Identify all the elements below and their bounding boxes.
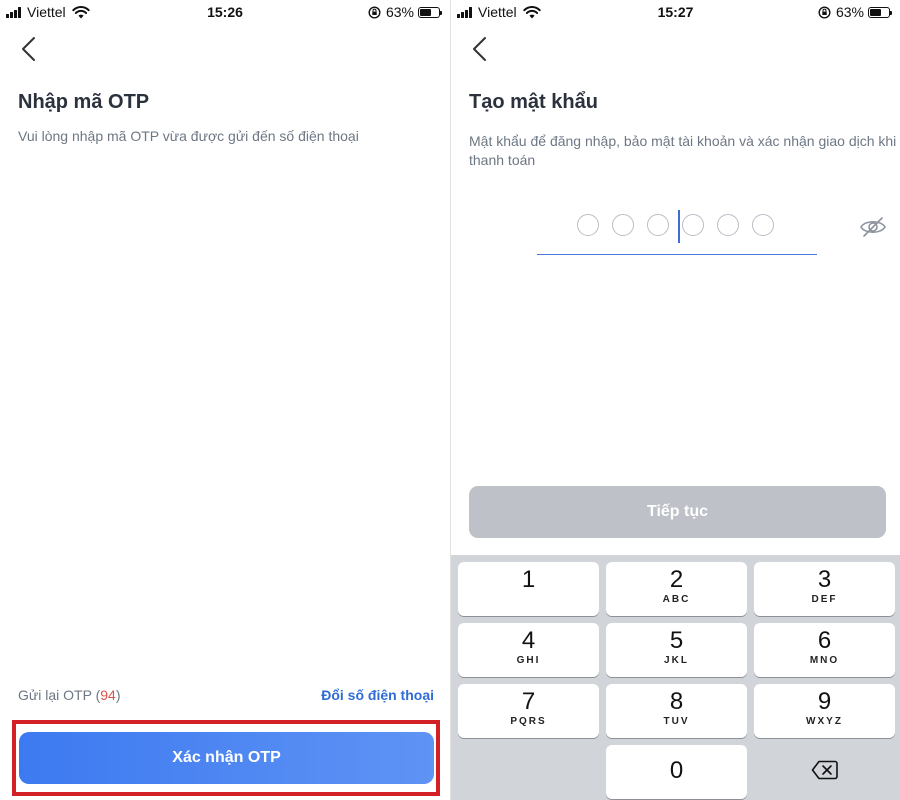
- highlight-box: [12, 720, 440, 796]
- key-7[interactable]: 7 PQRS: [458, 684, 599, 738]
- rotation-lock-icon: [368, 5, 381, 19]
- back-button[interactable]: [467, 34, 491, 64]
- key-9[interactable]: 9 WXYZ: [754, 684, 895, 738]
- pin-dots: [577, 214, 787, 236]
- battery-icon: [868, 6, 892, 18]
- chevron-left-icon: [473, 37, 486, 61]
- eye-slash-icon[interactable]: [859, 215, 887, 239]
- key-4[interactable]: 4 GHI: [458, 623, 599, 677]
- pin-dot: [752, 214, 774, 236]
- page-subtitle: Mật khẩu để đăng nhập, bảo mật tài khoản…: [469, 133, 897, 168]
- resend-otp-link[interactable]: Gửi lại OTP (94): [18, 687, 121, 703]
- battery-percent: 63%: [385, 4, 414, 20]
- pin-dot: [717, 214, 739, 236]
- rotation-lock-icon: [818, 5, 831, 19]
- pin-dot: [682, 214, 704, 236]
- resend-countdown: 94: [100, 687, 116, 703]
- resend-row: Gửi lại OTP (94) Đổi số điện thoại: [18, 687, 434, 703]
- key-6[interactable]: 6 MNO: [754, 623, 895, 677]
- key-0[interactable]: 0: [606, 745, 747, 799]
- chevron-left-icon: [22, 37, 35, 61]
- pin-dot: [647, 214, 669, 236]
- battery-percent: 63%: [835, 4, 864, 20]
- status-bar: Viettel 15:27 63%: [451, 0, 900, 24]
- back-button[interactable]: [16, 34, 40, 64]
- status-bar: Viettel 15:26 63%: [0, 0, 450, 24]
- pin-dot: [577, 214, 599, 236]
- key-8[interactable]: 8 TUV: [606, 684, 747, 738]
- pin-dot: [612, 214, 634, 236]
- backspace-icon: [811, 760, 838, 780]
- page-title: Tạo mật khẩu: [469, 91, 598, 113]
- key-3[interactable]: 3 DEF: [754, 562, 895, 616]
- numeric-keypad: 1 2 ABC 3 DEF 4 GHI 5 JKL 6 MNO 7 PQRS 8 TUV 9W…: [451, 555, 900, 800]
- delete-key[interactable]: [754, 745, 895, 799]
- page-subtitle: Vui lòng nhập mã OTP vừa được gửi đến số…: [18, 128, 359, 144]
- key-2[interactable]: 2 ABC: [606, 562, 747, 616]
- key-5[interactable]: 5 JKL: [606, 623, 747, 677]
- continue-button[interactable]: Tiếp tục: [469, 486, 886, 538]
- otp-screen: Viettel 15:26 63% Nhập mã OTP Vui lòng n…: [0, 0, 450, 800]
- change-phone-link[interactable]: Đổi số điện thoại: [321, 687, 434, 703]
- battery-icon: [418, 6, 442, 18]
- create-password-screen: Viettel 15:27 63% Tạo mật khẩu Mật khẩu …: [450, 0, 900, 800]
- text-cursor: [678, 210, 680, 243]
- key-1[interactable]: 1: [458, 562, 599, 616]
- password-input[interactable]: [537, 205, 817, 255]
- page-title: Nhập mã OTP: [18, 91, 150, 113]
